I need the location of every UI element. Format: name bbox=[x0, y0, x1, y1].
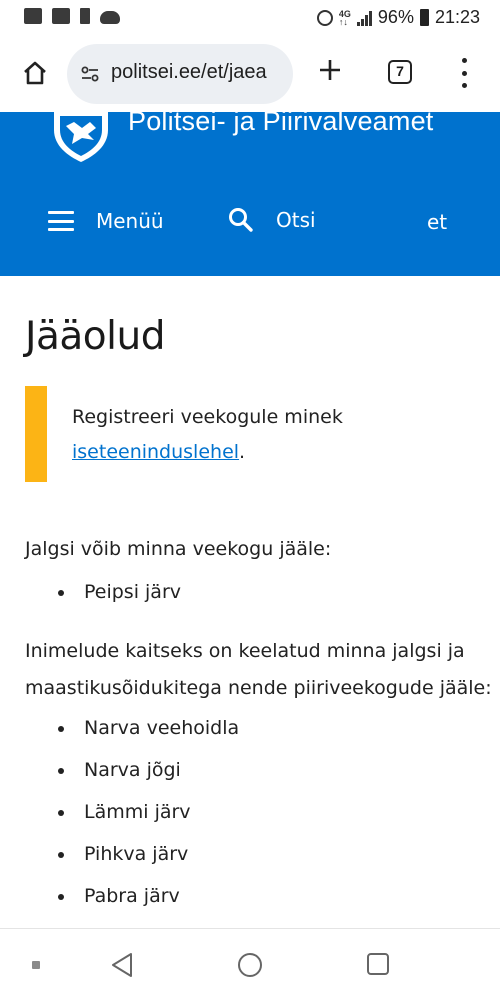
page-title: Jääolud bbox=[25, 314, 165, 359]
url-text: politsei.ee/et/jaea bbox=[111, 61, 267, 83]
section2-intro-line2: maastikusõidukitega nende piiriveekogude… bbox=[25, 677, 492, 699]
site-name[interactable]: Politsei- ja Piirivalveamet bbox=[128, 106, 434, 137]
allowed-list: Peipsi järv bbox=[25, 571, 181, 613]
nav-indicator bbox=[32, 961, 40, 969]
language-switcher[interactable]: et bbox=[427, 210, 447, 234]
lte-icon: 4G ↑↓ bbox=[338, 8, 351, 27]
notice-text: Registreeri veekogule minek iseteenindus… bbox=[72, 400, 462, 470]
search-icon bbox=[229, 208, 253, 232]
site-settings-icon[interactable] bbox=[81, 66, 99, 82]
notification-icons bbox=[24, 8, 120, 24]
self-service-link[interactable]: iseteeninduslehel bbox=[72, 441, 239, 463]
site-header: Politsei- ja Piirivalveamet Menüü Otsi e… bbox=[0, 106, 500, 276]
browser-toolbar: politsei.ee/et/jaea 7 bbox=[0, 38, 500, 112]
hamburger-icon bbox=[48, 211, 74, 231]
clock: 21:23 bbox=[434, 7, 480, 27]
home-icon[interactable] bbox=[22, 60, 48, 86]
search-label: Otsi bbox=[276, 208, 316, 232]
cloud-icon bbox=[100, 10, 120, 24]
address-bar[interactable]: politsei.ee/et/jaea bbox=[67, 44, 293, 104]
section2-intro-line1: Inimelude kaitseks on keelatud minna jal… bbox=[25, 640, 465, 662]
list-item: Peipsi järv bbox=[25, 571, 181, 613]
tab-switcher-icon[interactable]: 7 bbox=[388, 60, 412, 84]
notice-accent-bar bbox=[25, 386, 47, 482]
notice-suffix: . bbox=[239, 441, 246, 463]
list-item: Lämmi järv bbox=[25, 791, 239, 833]
system-nav-bar bbox=[0, 928, 500, 1001]
system-icons: 4G ↑↓ 96% 21:23 bbox=[316, 7, 480, 28]
section1-intro: Jalgsi võib minna veekogu jääle: bbox=[25, 538, 332, 560]
home-circle-icon[interactable] bbox=[238, 953, 262, 977]
menu-button[interactable]: Menüü bbox=[48, 206, 164, 236]
back-icon[interactable] bbox=[110, 951, 134, 979]
search-button[interactable]: Otsi bbox=[228, 204, 316, 236]
battery-percent: 96% bbox=[377, 7, 414, 27]
menu-label: Menüü bbox=[96, 209, 164, 233]
logo-shield-icon[interactable] bbox=[52, 112, 110, 162]
alarm-icon bbox=[316, 9, 333, 26]
notice-box: Registreeri veekogule minek iseteenindus… bbox=[25, 386, 465, 482]
activity-icon bbox=[52, 8, 70, 24]
gallery-icon bbox=[24, 8, 42, 24]
list-item: Pihkva järv bbox=[25, 833, 239, 875]
list-item: Narva veehoidla bbox=[25, 707, 239, 749]
list-item: Pabra järv bbox=[25, 875, 239, 917]
forbidden-list: Narva veehoidla Narva jõgi Lämmi järv Pi… bbox=[25, 707, 239, 917]
battery-saver-icon bbox=[80, 8, 90, 24]
new-tab-icon[interactable] bbox=[318, 58, 342, 82]
more-menu-icon[interactable] bbox=[462, 58, 468, 88]
status-bar: 4G ↑↓ 96% 21:23 bbox=[0, 0, 500, 38]
recents-icon[interactable] bbox=[367, 953, 389, 975]
notice-text-main: Registreeri veekogule minek bbox=[72, 406, 343, 428]
battery-icon bbox=[419, 9, 429, 26]
signal-icon bbox=[356, 10, 372, 26]
list-item: Narva jõgi bbox=[25, 749, 239, 791]
